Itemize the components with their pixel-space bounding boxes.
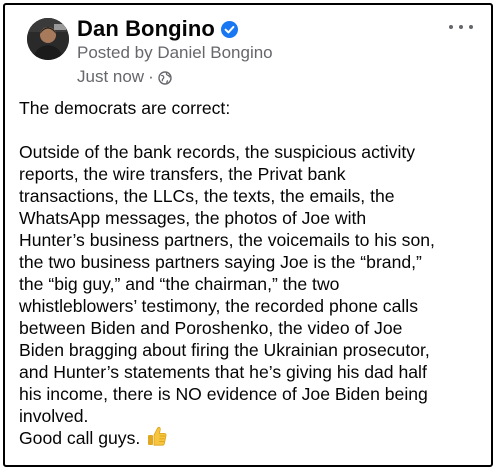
post-meta: Just now ·: [77, 67, 172, 87]
more-dot: [459, 25, 463, 29]
post-text-line: Outside of the bank records, the suspici…: [19, 142, 416, 162]
posted-by-label: Posted by Daniel Bongino: [77, 43, 273, 62]
author-name[interactable]: Dan Bongino: [77, 16, 215, 42]
more-dot: [469, 25, 473, 29]
post-closing: Good call guys.: [19, 425, 489, 449]
post-text-line: transactions, the LLCs, the texts, the e…: [19, 186, 395, 206]
more-options-icon[interactable]: [449, 19, 473, 35]
post-card: Dan Bongino Posted by Daniel Bongino Jus…: [3, 3, 493, 467]
post-text-line: Hunter’s business partners, the voicemai…: [19, 230, 435, 250]
post-text-line: his income, there is NO evidence of Joe …: [19, 384, 428, 404]
post-header: Dan Bongino Posted by Daniel Bongino Jus…: [19, 15, 477, 91]
more-dot: [449, 25, 453, 29]
timestamp[interactable]: Just now: [77, 67, 144, 87]
post-intro: The democrats are correct:: [19, 98, 231, 118]
post-text-line: WhatsApp messages, the photos of Joe wit…: [19, 208, 367, 228]
post-text-line: between Biden and Poroshenko, the video …: [19, 318, 403, 338]
post-text-line: Biden bragging about firing the Ukrainia…: [19, 340, 430, 360]
verified-badge-icon: [220, 20, 238, 38]
avatar[interactable]: [27, 18, 69, 60]
profile-photo: [27, 18, 69, 60]
post-text-line: and Hunter’s statements that he’s giving…: [19, 362, 427, 382]
post-body: The democrats are correct: Outside of th…: [19, 97, 489, 449]
globe-icon[interactable]: [158, 70, 172, 85]
closing-text: Good call guys.: [19, 428, 141, 448]
meta-separator: ·: [148, 67, 154, 86]
post-text-line: involved.: [19, 406, 89, 426]
post-text-line: whistleblowers’ testimony, the recorded …: [19, 296, 418, 316]
author-row: Dan Bongino: [77, 15, 238, 43]
post-text-line: reports, the wire transfers, the Privat …: [19, 164, 346, 184]
post-text-line: the two business partners saying Joe is …: [19, 252, 422, 272]
thumbs-up-icon: [146, 425, 168, 447]
post-text-line: the “big guy,” and “the chairman,” the t…: [19, 274, 340, 294]
